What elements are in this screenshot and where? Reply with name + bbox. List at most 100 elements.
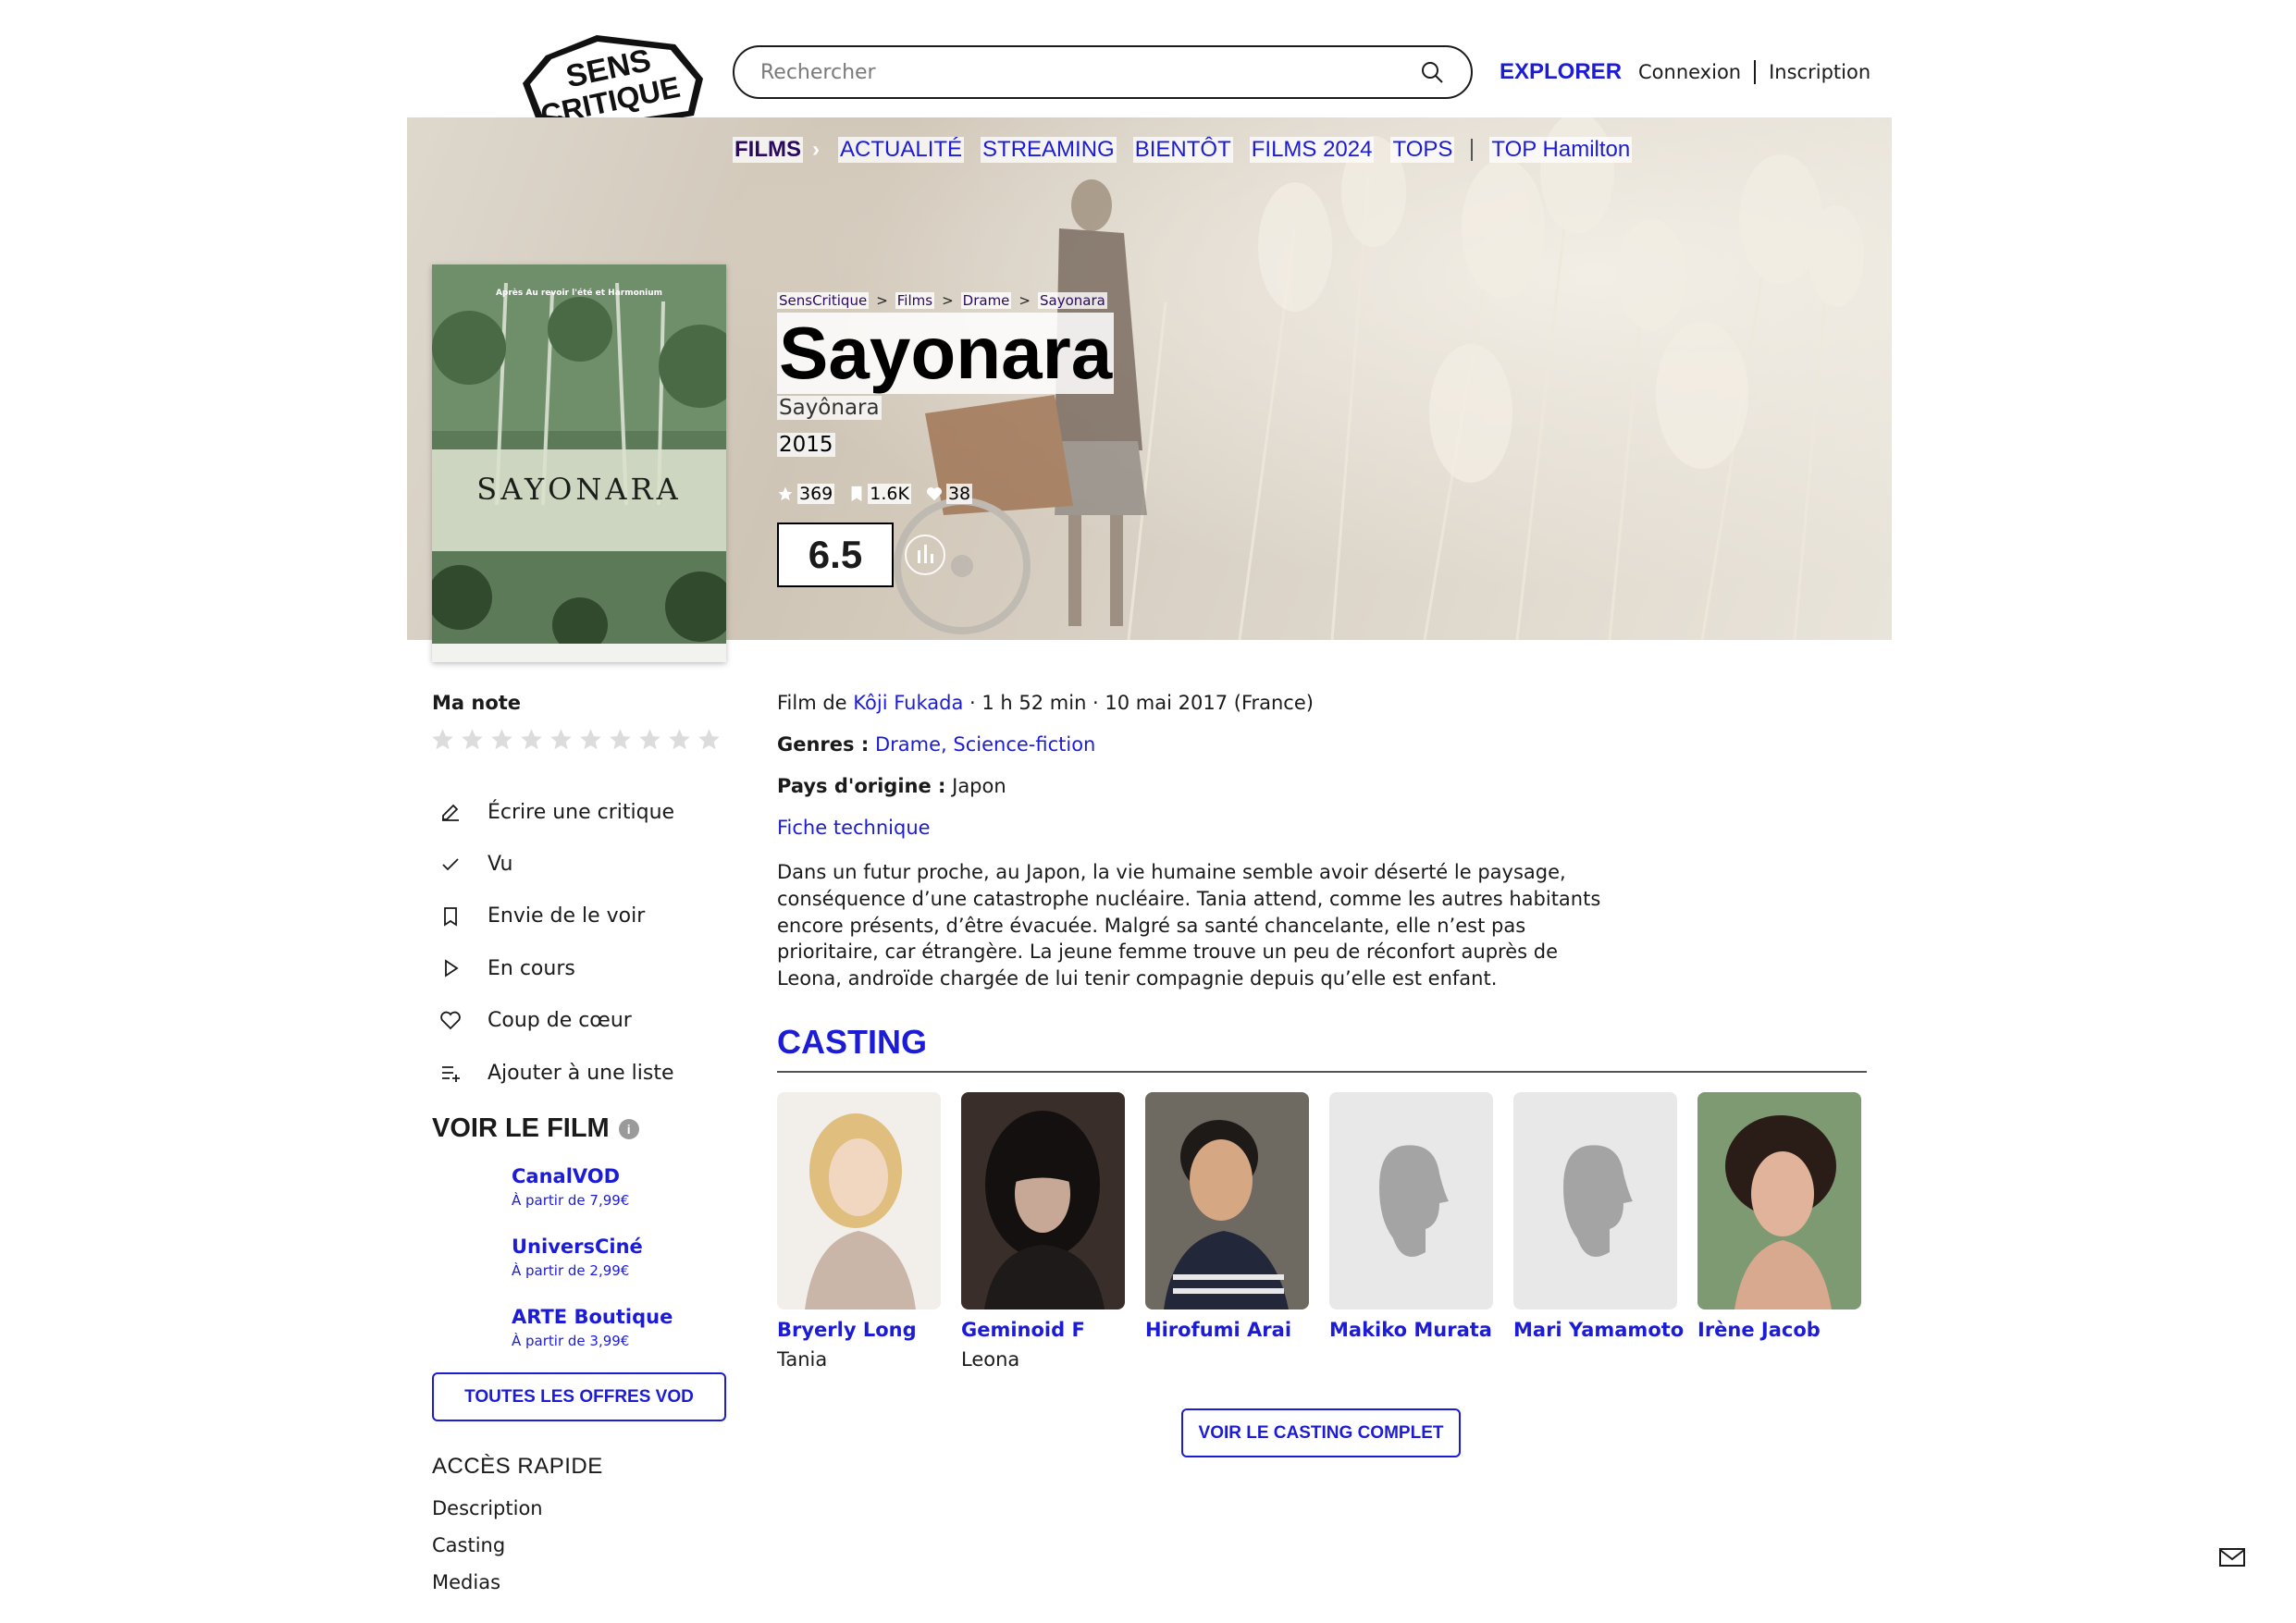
cast-member[interactable]: Geminoid F Leona bbox=[961, 1092, 1125, 1371]
films-subnav: FILMS › ACTUALITÉ STREAMING BIENTÔT FILM… bbox=[733, 137, 1633, 163]
casting-divider bbox=[777, 1071, 1867, 1073]
subnav-item-top-hamilton[interactable]: TOP Hamilton bbox=[1489, 137, 1633, 163]
breadcrumb-films[interactable]: Films bbox=[895, 292, 935, 309]
quick-link-description[interactable]: Description bbox=[432, 1497, 543, 1534]
synopsis: Dans un futur proche, au Japon, la vie h… bbox=[777, 861, 1601, 990]
search-bar[interactable] bbox=[733, 45, 1473, 99]
cast-member[interactable]: Bryerly Long Tania bbox=[777, 1092, 941, 1371]
genre-link-drame[interactable]: Drame bbox=[875, 733, 941, 756]
director-link[interactable]: Kôji Fukada bbox=[853, 692, 963, 714]
favorite-action[interactable]: Coup de cœur bbox=[438, 995, 674, 1047]
subnav-divider bbox=[1471, 139, 1474, 161]
add-list-icon bbox=[438, 1060, 463, 1086]
search-icon[interactable] bbox=[1419, 59, 1445, 85]
breadcrumb-drame[interactable]: Drame bbox=[960, 292, 1012, 309]
movie-poster[interactable]: Après Au revoir l'été et Harmonium SAYON… bbox=[432, 264, 726, 662]
credit-line: Film de Kôji Fukada · 1 h 52 min · 10 ma… bbox=[777, 692, 1314, 714]
actor-photo bbox=[1145, 1092, 1309, 1309]
poster-artwork bbox=[432, 264, 726, 662]
average-rating: 6.5 bbox=[777, 523, 894, 587]
want-to-see-action[interactable]: Envie de le voir bbox=[438, 891, 674, 942]
auth-links: Connexion Inscription bbox=[1638, 60, 1870, 84]
add-to-list-action[interactable]: Ajouter à une liste bbox=[438, 1047, 674, 1099]
quick-link-casting[interactable]: Casting bbox=[432, 1534, 543, 1571]
subnav-item-streaming[interactable]: STREAMING bbox=[981, 137, 1117, 163]
bookmark-icon bbox=[438, 904, 463, 929]
pencil-icon bbox=[438, 799, 463, 825]
genre-link-science-fiction[interactable]: Science-fiction bbox=[953, 733, 1095, 756]
all-vod-offers-button[interactable]: TOUTES LES OFFRES VOD bbox=[432, 1372, 726, 1421]
actor-photo bbox=[777, 1092, 941, 1309]
full-cast-button[interactable]: VOIR LE CASTING COMPLET bbox=[1181, 1408, 1461, 1457]
offer-universcine[interactable]: UniversCiné À partir de 2,99€ bbox=[512, 1236, 673, 1306]
star-icon[interactable] bbox=[697, 727, 722, 752]
info-icon[interactable]: i bbox=[618, 1118, 639, 1139]
offer-canalvod[interactable]: CanalVOD À partir de 7,99€ bbox=[512, 1165, 673, 1236]
release-year: 2015 bbox=[777, 433, 835, 457]
in-progress-action[interactable]: En cours bbox=[438, 942, 674, 994]
movie-info: Film de Kôji Fukada · 1 h 52 min · 10 ma… bbox=[777, 692, 1314, 858]
breadcrumb-senscritique[interactable]: SensCritique bbox=[777, 292, 870, 309]
tech-sheet-line: Fiche technique bbox=[777, 817, 1314, 858]
actor-photo-placeholder bbox=[1329, 1092, 1493, 1309]
cast-member[interactable]: Hirofumi Arai bbox=[1145, 1092, 1309, 1371]
star-icon[interactable] bbox=[667, 727, 692, 752]
subnav-item-films-2024[interactable]: FILMS 2024 bbox=[1249, 137, 1375, 163]
cast-member[interactable]: Makiko Murata bbox=[1329, 1092, 1493, 1371]
star-icon[interactable] bbox=[637, 727, 662, 752]
offer-arte-boutique[interactable]: ARTE Boutique À partir de 3,99€ bbox=[512, 1306, 673, 1376]
cast-member[interactable]: Irène Jacob bbox=[1697, 1092, 1861, 1371]
cast-list: Bryerly Long Tania Geminoid F Leona Hiro… bbox=[777, 1092, 1861, 1371]
star-icon[interactable] bbox=[549, 727, 574, 752]
check-icon bbox=[438, 852, 463, 878]
poster-tagline: Après Au revoir l'été et Harmonium bbox=[495, 289, 663, 298]
my-rating-label: Ma note bbox=[432, 692, 522, 714]
country-line: Pays d'origine : Japon bbox=[777, 775, 1006, 797]
star-icon bbox=[778, 486, 793, 501]
mail-icon[interactable] bbox=[2218, 1546, 2246, 1568]
subnav-item-tops[interactable]: TOPS bbox=[1390, 137, 1455, 163]
write-review-action[interactable]: Écrire une critique bbox=[438, 786, 674, 838]
silhouette-icon bbox=[1562, 1144, 1633, 1257]
actor-photo-placeholder bbox=[1513, 1092, 1677, 1309]
quick-access-title: ACCÈS RAPIDE bbox=[432, 1454, 603, 1479]
user-actions: Écrire une critique Vu Envie de le voir … bbox=[438, 786, 674, 1099]
star-icon[interactable] bbox=[608, 727, 633, 752]
login-link[interactable]: Connexion bbox=[1638, 61, 1741, 83]
explore-link[interactable]: EXPLORER bbox=[1500, 59, 1622, 85]
tech-sheet-link[interactable]: Fiche technique bbox=[777, 817, 931, 839]
movie-stats: 369 1.6K 38 bbox=[777, 484, 973, 504]
subnav-item-bientot[interactable]: BIENTÔT bbox=[1132, 137, 1233, 163]
subnav-item-actualite[interactable]: ACTUALITÉ bbox=[838, 137, 965, 163]
star-icon[interactable] bbox=[489, 727, 514, 752]
auth-separator bbox=[1754, 60, 1757, 84]
quick-link-medias[interactable]: Medias bbox=[432, 1571, 543, 1608]
rating-distribution-icon[interactable] bbox=[905, 535, 945, 575]
star-icon[interactable] bbox=[460, 727, 485, 752]
vod-offers: CanalVOD À partir de 7,99€ UniversCiné À… bbox=[512, 1165, 673, 1376]
original-title: Sayônara bbox=[777, 396, 882, 420]
chevron-right-icon: › bbox=[812, 137, 820, 162]
breadcrumb-sayonara[interactable]: Sayonara bbox=[1037, 292, 1107, 309]
signup-link[interactable]: Inscription bbox=[1769, 61, 1870, 83]
bookmark-icon bbox=[851, 486, 862, 502]
movie-title: Sayonara bbox=[777, 312, 1115, 394]
heart-icon bbox=[438, 1008, 463, 1034]
poster-title: SAYONARA bbox=[476, 472, 682, 507]
play-icon bbox=[438, 955, 463, 981]
watchlist-count: 1.6K bbox=[849, 484, 911, 504]
heart-icon bbox=[926, 487, 943, 501]
search-input[interactable] bbox=[760, 60, 1419, 84]
casting-title: CASTING bbox=[777, 1023, 927, 1061]
actor-photo bbox=[1697, 1092, 1861, 1309]
likes-count: 38 bbox=[926, 484, 973, 504]
star-icon[interactable] bbox=[430, 727, 455, 752]
star-icon[interactable] bbox=[519, 727, 544, 752]
star-icon[interactable] bbox=[578, 727, 603, 752]
seen-action[interactable]: Vu bbox=[438, 838, 674, 890]
watch-movie-title: VOIR LE FILM i bbox=[432, 1113, 639, 1144]
cast-member[interactable]: Mari Yamamoto bbox=[1513, 1092, 1684, 1371]
subnav-films[interactable]: FILMS bbox=[733, 137, 803, 163]
my-rating-stars[interactable] bbox=[430, 727, 722, 752]
ratings-count: 369 bbox=[777, 484, 835, 504]
